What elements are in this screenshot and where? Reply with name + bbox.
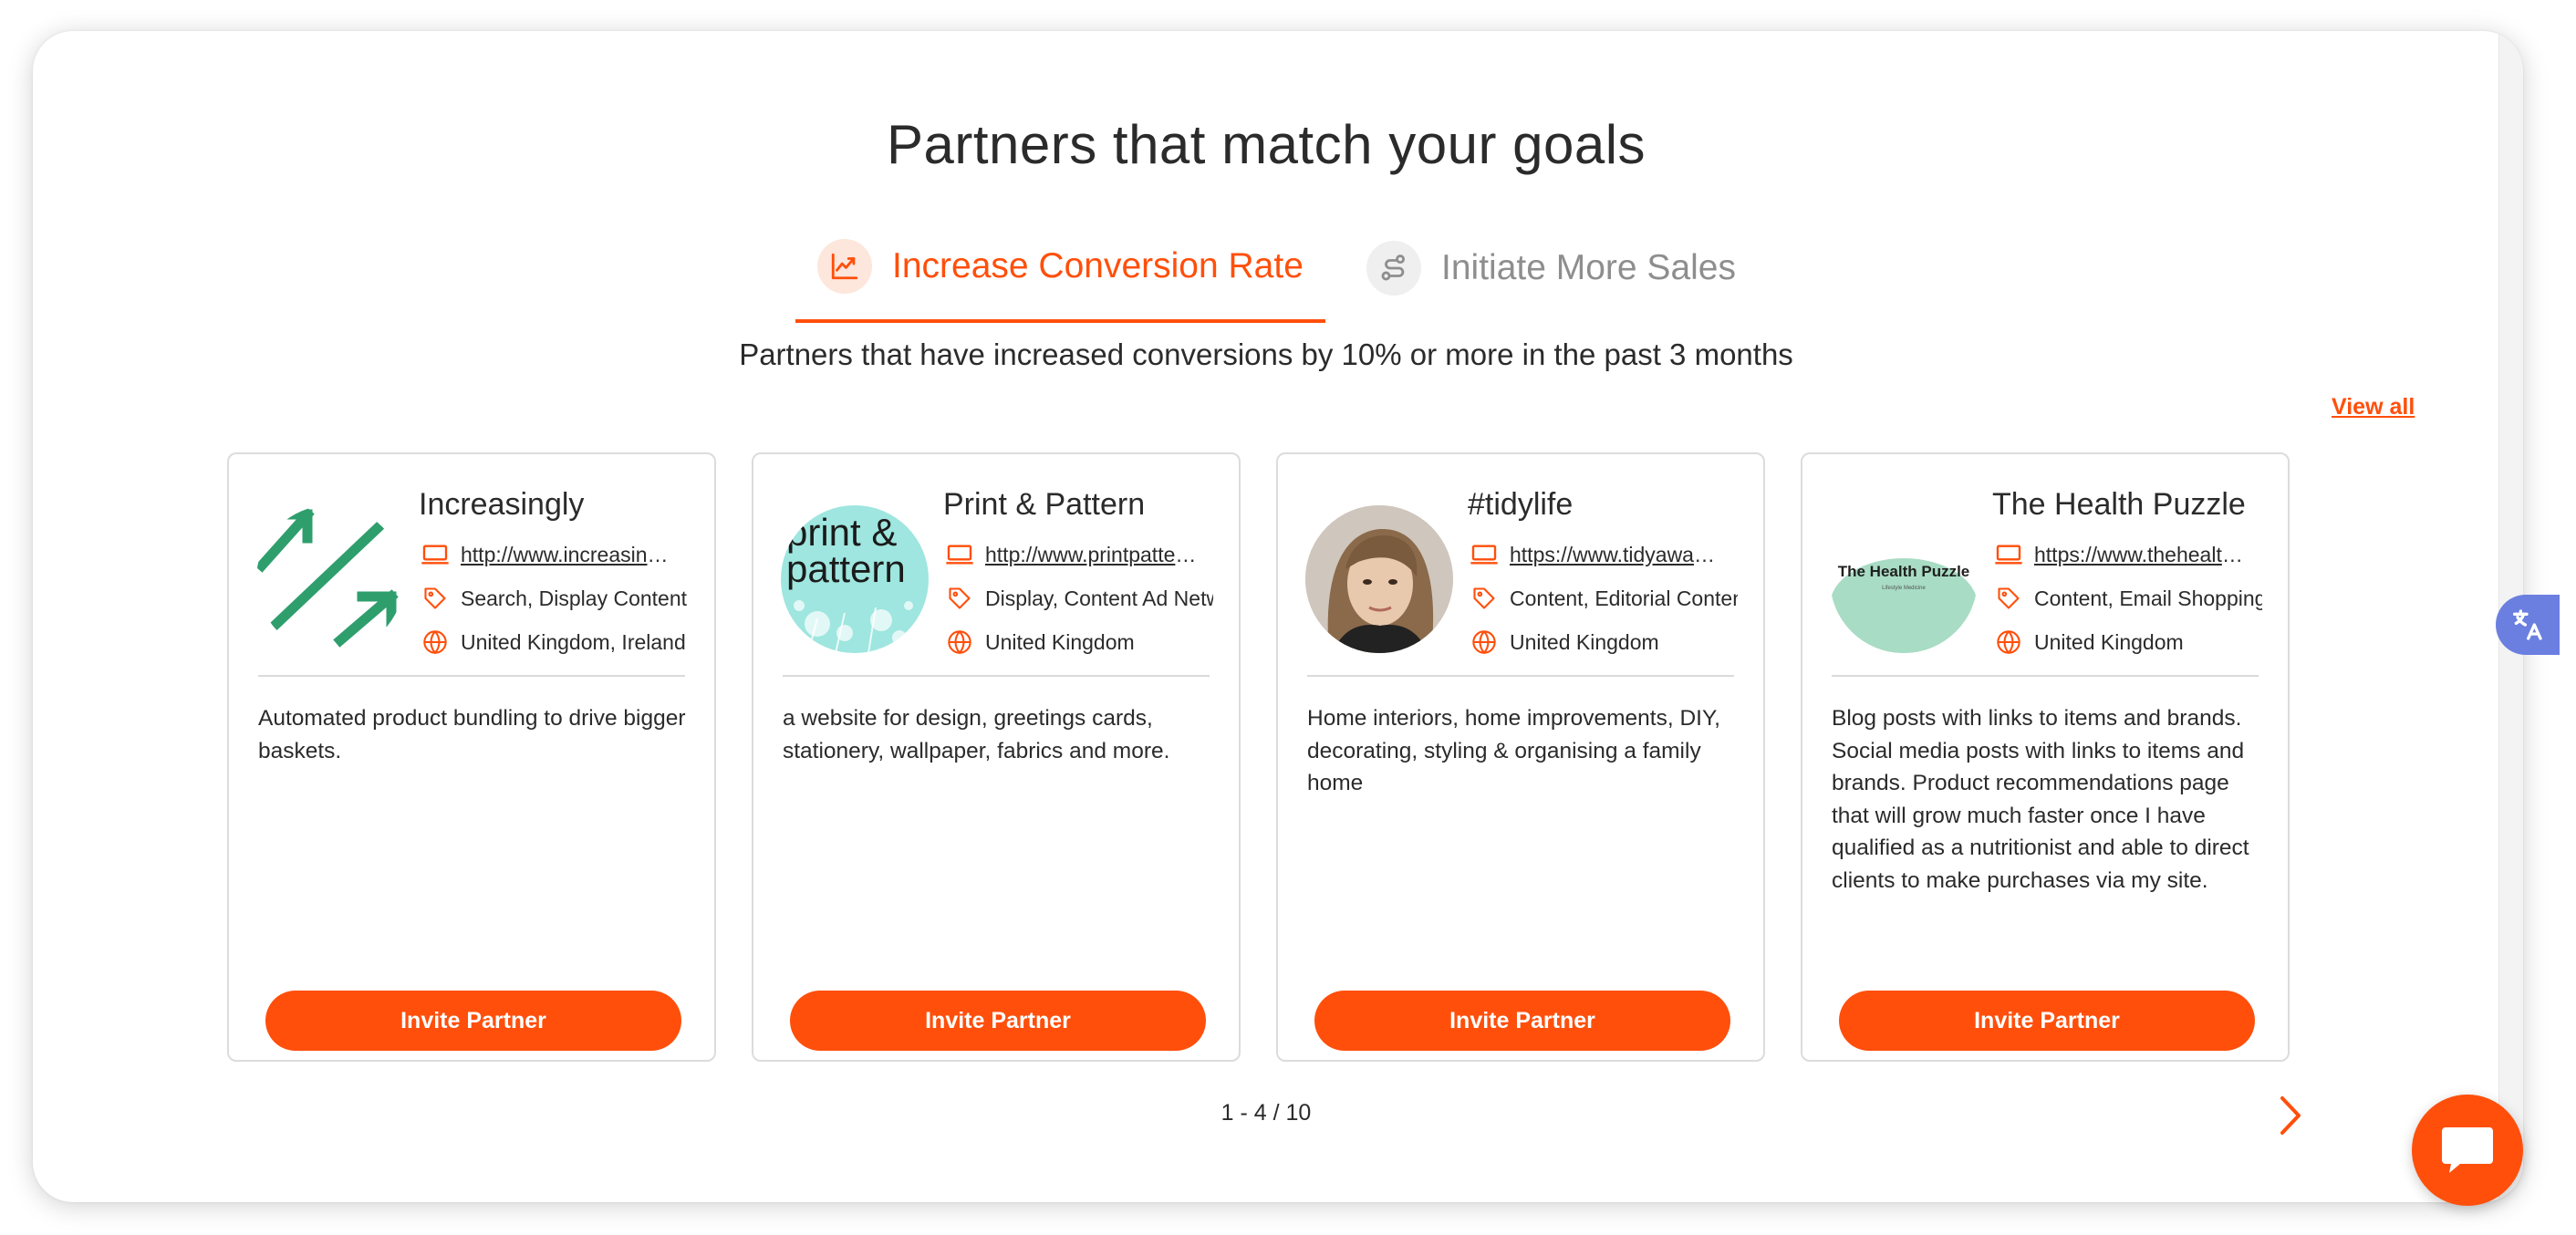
profile-photo — [1305, 505, 1453, 653]
translate-icon — [2513, 609, 2542, 640]
partner-description: Home interiors, home improvements, DIY, … — [1307, 706, 1720, 795]
chat-widget-button[interactable] — [2412, 1095, 2523, 1206]
laptop-icon — [1468, 538, 1501, 571]
partner-category-row: Content, Editorial Content — [1468, 582, 1741, 615]
partner-location-row: United Kingdom, Ireland — [419, 626, 692, 659]
partner-categories: Content, Email Shopping — [2034, 586, 2262, 610]
partner-website-row: http://www.printpattern.com — [943, 538, 1217, 571]
partner-card: print & pattern Print & Pattern http://w… — [752, 452, 1241, 1062]
partner-categories: Display, Content Ad Network — [985, 586, 1213, 610]
section-subtitle: Partners that have increased conversions… — [739, 337, 1793, 371]
partner-card: #tidylife https://www.tidyawaytoday.co.u… — [1276, 452, 1765, 1062]
arrows-logo — [256, 507, 399, 648]
globe-icon — [1992, 626, 2025, 659]
partner-name: The Health Puzzle — [1992, 487, 2246, 522]
partner-categories: Search, Display Content — [461, 586, 688, 610]
partner-categories: Content, Editorial Content — [1510, 586, 1738, 610]
view-all-link[interactable]: View all — [2332, 394, 2415, 420]
partner-name: Print & Pattern — [943, 487, 1146, 522]
tab-label: Initiate More Sales — [1441, 248, 1736, 287]
partner-location: United Kingdom, Ireland — [461, 629, 686, 654]
globe-icon — [943, 626, 976, 659]
tag-icon — [419, 582, 452, 615]
invite-partner-button[interactable]: Invite Partner — [1839, 991, 2255, 1051]
partner-name: #tidylife — [1468, 487, 1574, 522]
partner-website-link[interactable]: http://www.printpattern.com — [985, 543, 1200, 567]
partner-logo: The Health Puzzle Lifestyle Medicine — [1830, 505, 1978, 653]
partner-card: The Health Puzzle Lifestyle Medicine The… — [1801, 452, 2290, 1062]
card-divider — [258, 675, 685, 677]
health-puzzle-logo: The Health Puzzle Lifestyle Medicine — [1830, 505, 1978, 653]
partner-website-link[interactable]: https://www.tidyawaytoday.co.uk — [1510, 543, 1725, 567]
route-icon — [1366, 241, 1421, 296]
page-title: Partners that match your goals — [886, 114, 1646, 175]
laptop-icon — [419, 538, 452, 571]
partner-location-row: United Kingdom — [1468, 626, 1741, 659]
card-divider — [1307, 675, 1734, 677]
tag-icon — [943, 582, 976, 615]
partner-location-row: United Kingdom — [1992, 626, 2266, 659]
partner-location: United Kingdom — [2034, 629, 2184, 654]
partner-name: Increasingly — [419, 487, 585, 522]
pagination-label: 1 - 4 / 10 — [1220, 1100, 1312, 1126]
partner-location-row: United Kingdom — [943, 626, 1217, 659]
chat-bubble-icon — [2442, 1127, 2493, 1173]
card-divider — [1832, 675, 2259, 677]
partner-website-row: http://www.increasingly.com — [419, 538, 692, 571]
invite-partner-button[interactable]: Invite Partner — [265, 991, 681, 1051]
partner-website-link[interactable]: http://www.increasingly.com — [461, 543, 680, 567]
partner-category-row: Display, Content Ad Network — [943, 582, 1217, 615]
chevron-right-icon — [2280, 1096, 2301, 1135]
partner-website-row: https://www.thehealthpuzzle.com — [1992, 538, 2266, 571]
partner-logo — [256, 505, 404, 653]
tab-initiate-more-sales[interactable]: Initiate More Sales — [1366, 213, 1736, 323]
partner-category-row: Search, Display Content — [419, 582, 692, 615]
invite-partner-button[interactable]: Invite Partner — [1314, 991, 1730, 1051]
partner-website-link[interactable]: https://www.thehealthpuzzle.com — [2034, 543, 2249, 567]
goal-tabs: Increase Conversion Rate Initiate More S… — [795, 213, 1753, 325]
partner-category-row: Content, Email Shopping — [1992, 582, 2266, 615]
laptop-icon — [1992, 538, 2025, 571]
tab-label: Increase Conversion Rate — [892, 246, 1304, 285]
partner-logo: print & pattern — [781, 505, 929, 653]
partner-location: United Kingdom — [1510, 629, 1659, 654]
next-page-button[interactable] — [2271, 1093, 2308, 1138]
logo-text: The Health Puzzle — [1838, 563, 1970, 580]
tag-icon — [1992, 582, 2025, 615]
logo-text: Lifestyle Medicine — [1882, 586, 1926, 591]
partner-description: a website for design, greetings cards, s… — [783, 706, 1170, 763]
partner-card: Increasingly http://www.increasingly.com… — [227, 452, 716, 1062]
logo-text: pattern — [786, 547, 906, 590]
tag-icon — [1468, 582, 1501, 615]
chart-trend-icon — [817, 239, 872, 294]
partner-description: Automated product bundling to drive bigg… — [258, 706, 686, 763]
partner-website-row: https://www.tidyawaytoday.co.uk — [1468, 538, 1741, 571]
globe-icon — [419, 626, 452, 659]
translate-button[interactable] — [2496, 595, 2560, 655]
tab-increase-conversion-rate[interactable]: Increase Conversion Rate — [795, 213, 1325, 323]
partner-description: Blog posts with links to items and brand… — [1832, 706, 2249, 893]
partner-location: United Kingdom — [985, 629, 1135, 654]
invite-partner-button[interactable]: Invite Partner — [790, 991, 1206, 1051]
partner-logo — [1305, 505, 1453, 653]
partners-panel: Partners that match your goals Increase … — [33, 31, 2523, 1202]
laptop-icon — [943, 538, 976, 571]
print-pattern-logo: print & pattern — [786, 511, 913, 653]
globe-icon — [1468, 626, 1501, 659]
card-divider — [783, 675, 1210, 677]
